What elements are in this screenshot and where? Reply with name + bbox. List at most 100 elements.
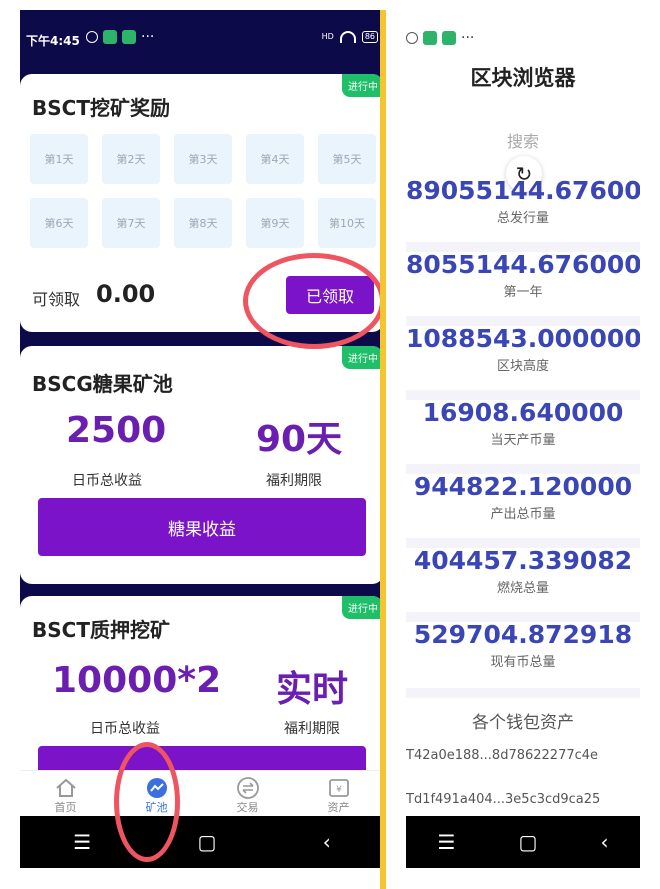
exchange-icon: [236, 777, 260, 799]
bscg-candy-pool-card: 进行中 BSCG糖果矿池 2500 90天 日币总收益 福利期限 糖果收益: [20, 346, 384, 584]
status-icons: ···: [86, 30, 154, 44]
status-bar: 下午4:45 ··· HD 86: [20, 10, 384, 70]
day-tile-9[interactable]: 第9天: [246, 198, 304, 248]
home-icon: [54, 777, 78, 799]
wallet-assets-title: 各个钱包资产: [472, 713, 574, 733]
status-badge: 进行中: [342, 346, 384, 369]
benefit-period-value: 实时: [276, 669, 349, 710]
metric-value: 16908.640000: [422, 398, 624, 427]
metric-label: 第一年: [503, 285, 543, 300]
benefit-period-label: 福利期限: [284, 721, 340, 737]
claimable-label: 可领取: [32, 290, 81, 309]
card-title: BSCG糖果矿池: [32, 372, 173, 396]
more-dots-icon: ···: [461, 30, 475, 46]
status-bar: ···: [406, 30, 640, 46]
day-tile-5[interactable]: 第5天: [318, 134, 376, 184]
tab-trade[interactable]: 交易: [202, 771, 293, 816]
metric-label: 产出总币量: [490, 507, 556, 522]
shield-app-icon: [103, 30, 117, 44]
wallet-icon: ¥: [327, 777, 351, 799]
system-nav-bar: ☰ ▢ ‹: [406, 816, 640, 868]
metric-daily-output: 16908.640000 当天产币量: [406, 398, 640, 448]
metric-value: 89055144.676000: [406, 176, 640, 205]
candy-earnings-button[interactable]: 糖果收益: [38, 498, 366, 556]
back-icon[interactable]: ‹: [600, 830, 608, 854]
metric-circulating-total: 529704.872918 现有币总量: [406, 620, 640, 670]
alarm-icon: [86, 31, 98, 43]
day-grid: 第1天 第2天 第3天 第4天 第5天 第6天 第7天 第8天 第9天 第10天: [30, 134, 376, 248]
day-tile-7[interactable]: 第7天: [102, 198, 160, 248]
claimable-value: 0.00: [96, 280, 156, 308]
card-title: BSCT质押挖矿: [32, 618, 170, 642]
bsct-staking-mining-card: 进行中 BSCT质押挖矿 10000*2 实时 日币总收益 福利期限: [20, 596, 384, 796]
more-dots-icon: ···: [141, 29, 155, 45]
daily-total-yield-label: 日币总收益: [72, 473, 142, 489]
metric-value: 944822.120000: [413, 472, 633, 501]
block-explorer-screen: ··· 区块浏览器 搜索 ↻ 89055144.676000 总发行量 8055…: [406, 10, 640, 868]
system-nav-bar: ☰ ▢ ‹: [20, 816, 384, 868]
day-tile-1[interactable]: 第1天: [30, 134, 88, 184]
metric-total-output: 944822.120000 产出总币量: [406, 472, 640, 522]
home-button-icon[interactable]: ▢: [519, 830, 538, 854]
daily-total-yield-label: 日币总收益: [90, 721, 160, 737]
hd-indicator: HD: [321, 32, 334, 41]
benefit-period-label: 福利期限: [266, 473, 322, 489]
metric-value: 8055144.676000: [406, 250, 640, 279]
metric-label: 当天产币量: [490, 433, 556, 448]
day-tile-10[interactable]: 第10天: [318, 198, 376, 248]
card-title: BSCT挖矿奖励: [32, 96, 170, 120]
day-tile-6[interactable]: 第6天: [30, 198, 88, 248]
claimed-button[interactable]: 已领取: [286, 276, 374, 314]
status-badge: 进行中: [342, 74, 384, 97]
status-time: 下午4:45: [26, 34, 80, 48]
metric-label: 总发行量: [496, 211, 549, 226]
wallet-address-item[interactable]: Td1f491a404...3e5c3cd9ca25: [406, 792, 640, 807]
daily-total-yield-value: 2500: [66, 410, 167, 451]
home-button-icon[interactable]: ▢: [198, 830, 217, 854]
separator: [406, 688, 640, 698]
wallet-address-item[interactable]: T42a0e188...8d78622277c4e: [406, 748, 640, 763]
tab-label: 交易: [236, 801, 259, 814]
status-right-icons: HD 86: [322, 31, 378, 43]
alarm-icon: [406, 32, 418, 44]
tab-label: 矿池: [145, 801, 168, 814]
shield-app-icon-2: [122, 30, 136, 44]
image-gap: [386, 10, 406, 889]
metric-total-issuance: 89055144.676000 总发行量: [406, 176, 640, 226]
bsct-mining-reward-card: 进行中 BSCT挖矿奖励 第1天 第2天 第3天 第4天 第5天 第6天 第7天…: [20, 74, 384, 332]
shield-app-icon-2: [442, 31, 456, 45]
mining-pool-screen: 下午4:45 ··· HD 86 进行中 BSCT挖矿奖励 第1天 第2天 第3…: [20, 10, 384, 868]
bottom-tab-bar: 首页 矿池 交易 ¥ 资产: [20, 770, 384, 816]
day-tile-4[interactable]: 第4天: [246, 134, 304, 184]
daily-total-yield-value: 10000*2: [52, 660, 222, 701]
day-tile-3[interactable]: 第3天: [174, 134, 232, 184]
tab-mining-pool[interactable]: 矿池: [111, 771, 202, 816]
benefit-period-value: 90天: [256, 419, 343, 460]
tab-label: 首页: [54, 801, 77, 814]
metric-label: 区块高度: [496, 359, 549, 374]
page-title: 区块浏览器: [470, 66, 576, 90]
day-tile-2[interactable]: 第2天: [102, 134, 160, 184]
tab-assets[interactable]: ¥ 资产: [293, 771, 384, 816]
status-badge: 进行中: [342, 596, 384, 619]
menu-icon[interactable]: ☰: [438, 830, 456, 854]
metric-label: 现有币总量: [490, 655, 556, 670]
menu-icon[interactable]: ☰: [73, 830, 91, 854]
wifi-icon: [339, 31, 356, 43]
back-icon[interactable]: ‹: [323, 830, 331, 854]
tab-label: 资产: [327, 801, 350, 814]
shield-app-icon: [423, 31, 437, 45]
metric-block-height: 1088543.000000 区块高度: [406, 324, 640, 374]
metric-burned-total: 404457.339082 燃烧总量: [406, 546, 640, 596]
svg-text:¥: ¥: [336, 785, 342, 795]
metric-label: 燃烧总量: [496, 581, 549, 596]
metric-value: 529704.872918: [413, 620, 633, 649]
chart-trend-icon: [145, 777, 169, 799]
day-tile-8[interactable]: 第8天: [174, 198, 232, 248]
screenshot-stage: 下午4:45 ··· HD 86 进行中 BSCT挖矿奖励 第1天 第2天 第3…: [0, 0, 660, 889]
search-button[interactable]: 搜索: [406, 128, 640, 152]
battery-icon: 86: [361, 31, 378, 43]
tab-home[interactable]: 首页: [20, 771, 111, 816]
metric-value: 404457.339082: [413, 546, 633, 575]
metric-value: 1088543.000000: [406, 324, 640, 353]
